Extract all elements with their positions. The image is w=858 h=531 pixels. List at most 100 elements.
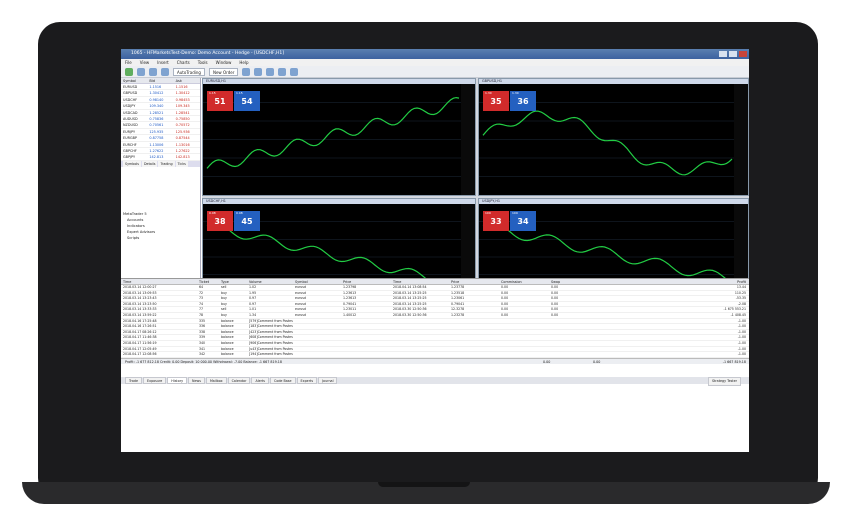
menu-window[interactable]: Window — [216, 59, 232, 66]
market-watch-ask: 1.28541 — [175, 110, 190, 115]
new-chart-icon[interactable] — [125, 67, 133, 76]
tab-ticks[interactable]: Ticks — [175, 160, 188, 167]
market-watch-symbol: EURGBP — [123, 136, 137, 141]
table-cell: 2018.04.17 12:08:56 — [123, 352, 157, 357]
table-cell: -1.00 — [737, 324, 746, 329]
tab-calendar[interactable]: Calendar — [227, 377, 251, 384]
chart-window[interactable]: GBPUSD,H1 1.30 35 1.30 36 — [478, 78, 749, 196]
market-watch-bid: 0.98140 — [149, 97, 164, 102]
navigator-scripts[interactable]: Scripts — [121, 235, 201, 241]
table-cell: 0.00 — [551, 312, 559, 317]
tile-windows-icon[interactable] — [266, 67, 275, 76]
buy-button[interactable]: 1.15 54 — [234, 91, 260, 111]
table-cell: -1.00 — [737, 329, 746, 334]
table-cell: -1.00 — [737, 340, 746, 345]
crosshair-icon[interactable] — [278, 67, 287, 76]
table-cell: 1.01 — [249, 307, 257, 312]
close-button[interactable] — [739, 51, 747, 57]
one-click-trading: 0.98 38 0.98 45 — [207, 211, 260, 231]
table-cell — [549, 324, 599, 329]
table-cell: [906]Comment from Postman — [249, 340, 293, 345]
table-cell: 2018.03.14 13:59:22 — [123, 312, 157, 317]
table-cell: 2018.04.17 11:56:19 — [123, 340, 157, 345]
market-watch-symbol: EURJPY — [123, 129, 136, 134]
table-cell — [549, 347, 599, 352]
table-cell: eurusd — [295, 290, 306, 295]
table-cell: 0.00 — [551, 296, 559, 301]
table-cell: 2018.03.14 13:25:25 — [393, 290, 427, 295]
tab-news[interactable]: News — [188, 377, 205, 384]
table-cell: -1 675 553.21 — [723, 307, 746, 312]
menu-file[interactable]: File — [125, 59, 132, 66]
toolbar: AutoTrading New Order — [121, 66, 749, 78]
table-cell: 2018.03.14 13:25:25 — [393, 301, 427, 306]
tab-mailbox[interactable]: Mailbox — [205, 377, 227, 384]
tab-exposure[interactable]: Exposure — [143, 377, 167, 384]
table-cell: 335 — [199, 318, 206, 323]
zoom-out-icon[interactable] — [254, 67, 263, 76]
tab-details[interactable]: Details — [142, 160, 158, 167]
tab-trade[interactable]: Trade — [125, 377, 143, 384]
table-cell — [391, 330, 449, 335]
new-order-button[interactable]: New Order — [208, 67, 239, 76]
buy-button[interactable]: 0.98 45 — [234, 211, 260, 231]
table-cell: eurusd — [295, 285, 306, 289]
table-cell: 1.23778 — [451, 285, 465, 289]
menu-help[interactable]: Help — [239, 59, 248, 66]
market-watch-ask: 0.75850 — [175, 116, 190, 121]
tab-trading[interactable]: Trading — [158, 160, 175, 167]
zoom-in-icon[interactable] — [242, 67, 251, 76]
table-cell: 0.00 — [551, 290, 559, 295]
table-cell: 1.23798 — [343, 285, 357, 289]
window-title: 1065 - HFMarketsTest-Demo: Demo Account … — [131, 51, 285, 56]
table-cell: buy — [221, 296, 227, 301]
maximize-button[interactable] — [729, 51, 737, 57]
buy-button[interactable]: 1.30 36 — [510, 91, 536, 111]
one-click-trading: 1.30 35 1.30 36 — [483, 91, 536, 111]
table-cell — [549, 330, 599, 335]
market-watch-bid: 1.30412 — [149, 91, 164, 96]
market-watch-bid: 0.70561 — [149, 123, 164, 128]
table-cell — [293, 347, 341, 352]
tab-symbols[interactable]: Symbols — [123, 160, 141, 167]
menu-charts[interactable]: Charts — [177, 59, 190, 66]
tab-history[interactable]: History — [167, 377, 188, 384]
autotrading-button[interactable]: AutoTrading — [173, 67, 205, 76]
chart-window[interactable]: EURUSD,H1 1.15 51 1.15 54 — [202, 78, 476, 196]
menu-tools[interactable]: Tools — [198, 59, 208, 66]
menu-bar: File View Insert Charts Tools Window Hel… — [121, 59, 749, 66]
minimize-button[interactable] — [719, 51, 727, 57]
sell-button[interactable]: 0.98 38 — [207, 211, 233, 231]
profiles-icon[interactable] — [137, 67, 145, 76]
navigator-icon[interactable] — [161, 67, 169, 76]
strategy-tester-label[interactable]: Strategy Tester — [707, 377, 741, 386]
table-cell: balance — [221, 335, 234, 340]
tab-journal[interactable]: Journal — [318, 377, 338, 384]
table-cell: 2018.03.14 13:25:25 — [393, 296, 427, 301]
sell-button[interactable]: 1.30 35 — [483, 91, 509, 111]
table-cell: 12.3278 — [451, 307, 465, 312]
tab-code-base[interactable]: Code Base — [270, 377, 296, 384]
market-watch-symbol: USDJPY — [123, 104, 136, 109]
trendline-icon[interactable] — [290, 67, 299, 76]
table-cell: 342 — [199, 352, 206, 357]
sell-button[interactable]: 109 33 — [483, 211, 509, 231]
tab-experts[interactable]: Experts — [296, 377, 318, 384]
table-cell — [341, 347, 391, 352]
table-cell: 0.79041 — [343, 301, 357, 306]
table-cell: eurusd — [295, 312, 306, 317]
market-watch-bid: 1.28521 — [149, 110, 164, 115]
table-cell — [293, 330, 341, 335]
table-cell — [293, 324, 341, 329]
table-cell — [341, 341, 391, 346]
buy-button[interactable]: 109 34 — [510, 211, 536, 231]
market-watch-icon[interactable] — [149, 67, 157, 76]
table-cell — [293, 352, 341, 357]
menu-view[interactable]: View — [140, 59, 150, 66]
table-cell: 1.02 — [249, 285, 257, 289]
sell-button[interactable]: 1.15 51 — [207, 91, 233, 111]
menu-insert[interactable]: Insert — [157, 59, 168, 66]
tab-alerts[interactable]: Alerts — [251, 377, 270, 384]
table-cell: 1.34 — [249, 312, 257, 317]
table-cell: -1.00 — [737, 352, 746, 357]
